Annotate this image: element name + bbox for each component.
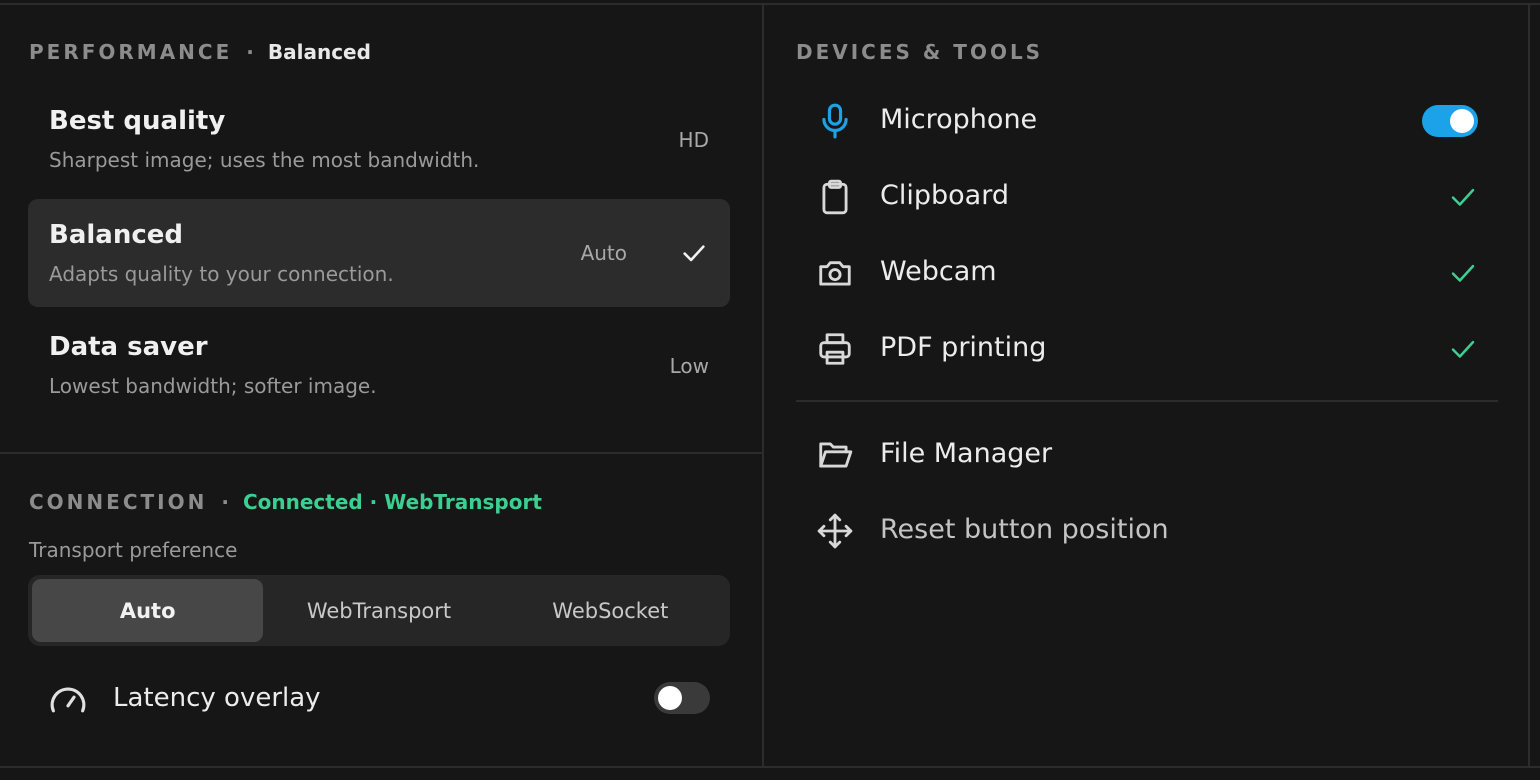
latency-overlay-label: Latency overlay [113, 683, 321, 713]
device-label: Webcam [880, 256, 997, 287]
folder-open-icon [819, 442, 853, 468]
quality-option-desc: Adapts quality to your connection. [49, 262, 394, 286]
device-row-webcam[interactable]: Webcam [816, 242, 1498, 302]
connection-separator: · [221, 490, 229, 514]
microphone-toggle[interactable] [1422, 105, 1478, 137]
toggle-knob [1450, 109, 1474, 133]
transport-preference-label: Transport preference [29, 538, 238, 562]
column-divider [762, 3, 764, 768]
microphone-icon [822, 103, 848, 139]
device-label: Microphone [880, 104, 1038, 135]
quality-option-name: Data saver [49, 332, 208, 362]
transport-option-auto[interactable]: Auto [32, 579, 264, 642]
quality-badge: Auto [580, 241, 627, 265]
device-row-microphone[interactable]: Microphone [816, 90, 1498, 150]
quality-option-name: Balanced [49, 220, 183, 250]
device-label: PDF printing [880, 332, 1047, 363]
device-row-clipboard[interactable]: Clipboard [816, 166, 1498, 226]
quality-option-balanced[interactable]: Balanced Adapts quality to your connecti… [28, 199, 730, 307]
move-icon [817, 513, 853, 549]
devices-heading: DEVICES & TOOLS [796, 40, 1043, 64]
section-divider [0, 452, 763, 454]
device-row-pdf-printing[interactable]: PDF printing [816, 318, 1498, 378]
device-label: Clipboard [880, 180, 1009, 211]
quality-badge: Low [669, 354, 709, 378]
quality-option-desc: Lowest bandwidth; softer image. [49, 374, 377, 398]
performance-heading: PERFORMANCE · Balanced [29, 40, 371, 64]
check-icon [683, 245, 705, 262]
quality-badge: HD [678, 128, 709, 152]
clipboard-icon [822, 179, 848, 215]
transport-segmented-control: Auto WebTransport WebSocket [28, 575, 730, 646]
printer-icon [819, 333, 851, 365]
top-border [0, 3, 1540, 5]
connection-title: CONNECTION [29, 490, 208, 514]
performance-current: Balanced [267, 40, 371, 64]
toggle-knob [658, 686, 682, 710]
transport-option-websocket[interactable]: WebSocket [495, 579, 726, 642]
tool-file-manager[interactable]: File Manager [816, 424, 1498, 484]
quality-option-data-saver[interactable]: Data saver Lowest bandwidth; softer imag… [28, 312, 730, 420]
check-icon [1451, 188, 1475, 206]
devices-title: DEVICES & TOOLS [796, 40, 1044, 64]
right-border [1528, 3, 1530, 768]
quality-option-name: Best quality [49, 106, 226, 136]
quality-option-desc: Sharpest image; uses the most bandwidth. [49, 148, 480, 172]
tool-reset-button-position[interactable]: Reset button position [816, 500, 1498, 560]
performance-separator: · [246, 40, 254, 64]
tool-label: File Manager [880, 438, 1053, 469]
check-icon [1451, 264, 1475, 282]
tool-label: Reset button position [880, 514, 1169, 545]
performance-title: PERFORMANCE [29, 40, 233, 64]
check-icon [1451, 340, 1475, 358]
connection-status: Connected · WebTransport [242, 490, 542, 514]
bottom-border [0, 766, 1540, 768]
transport-option-webtransport[interactable]: WebTransport [263, 579, 494, 642]
latency-overlay-row: Latency overlay [48, 676, 710, 722]
gauge-icon [50, 687, 86, 713]
latency-overlay-toggle[interactable] [654, 682, 710, 714]
devices-divider [796, 400, 1498, 402]
quality-option-best[interactable]: Best quality Sharpest image; uses the mo… [28, 86, 730, 194]
settings-panel: PERFORMANCE · Balanced Best quality Shar… [0, 0, 1540, 780]
connection-heading: CONNECTION · Connected · WebTransport [29, 490, 542, 514]
camera-icon [819, 261, 851, 286]
